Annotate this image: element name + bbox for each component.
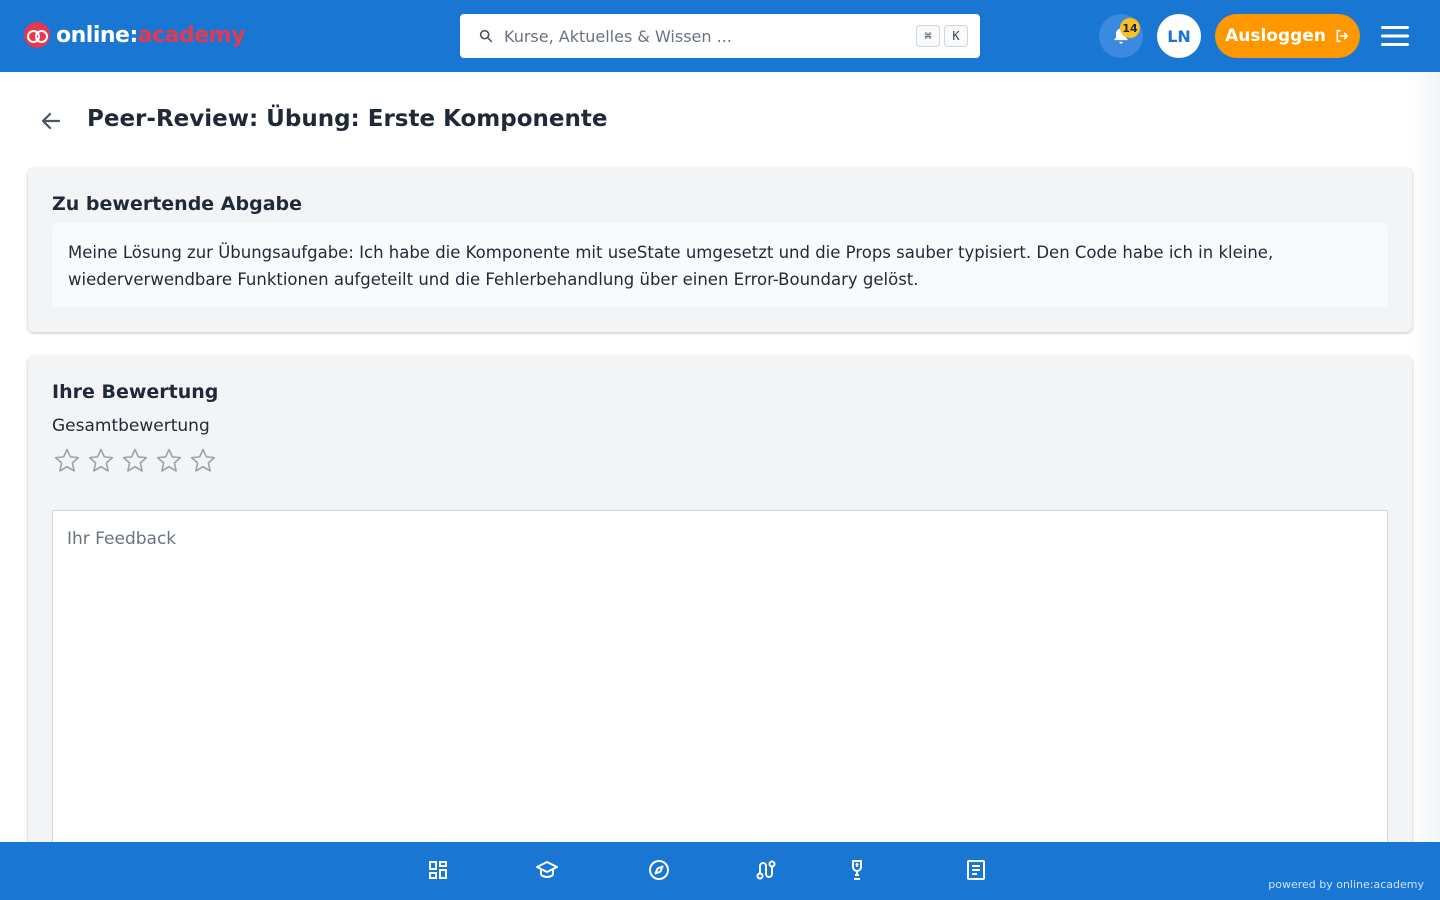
notifications-badge: 14 [1120, 18, 1140, 38]
star-icon-4[interactable] [154, 446, 184, 476]
search-input[interactable] [504, 14, 904, 58]
star-rating[interactable] [52, 446, 218, 476]
menu-icon [1381, 26, 1409, 46]
rating-label: Gesamtbewertung [52, 416, 210, 436]
article-icon[interactable] [964, 858, 988, 882]
trophy-icon[interactable] [845, 858, 869, 882]
arrow-left-icon [41, 112, 61, 130]
hamburger-menu-button[interactable] [1380, 22, 1410, 50]
dashboard-icon[interactable] [426, 858, 450, 882]
review-card: Ihre Bewertung Gesamtbewertung [28, 356, 1412, 856]
logout-label: Ausloggen [1225, 26, 1326, 46]
logout-button[interactable]: Ausloggen [1215, 14, 1360, 58]
search-bar[interactable]: ⌘ K [460, 14, 980, 58]
compass-icon[interactable] [647, 858, 671, 882]
submission-card: Zu bewertende Abgabe Meine Lösung zur Üb… [28, 168, 1412, 332]
star-icon-3[interactable] [120, 446, 150, 476]
graduation-cap-icon[interactable] [535, 858, 559, 882]
logo-icon [24, 22, 50, 48]
logo-text-main: online: [56, 22, 138, 48]
logout-icon [1336, 29, 1349, 43]
submission-text: Meine Lösung zur Übungsaufgabe: Ich habe… [52, 223, 1388, 307]
scroll-shadow [1410, 72, 1440, 842]
powered-by-text: powered by online:academy [1268, 878, 1424, 891]
submission-title: Zu bewertende Abgabe [52, 193, 303, 215]
logo-text: online:academy [56, 23, 245, 48]
back-button[interactable] [36, 106, 66, 136]
logo-text-accent: academy [137, 22, 246, 48]
app-logo[interactable]: online:academy [24, 20, 245, 50]
route-icon[interactable] [754, 858, 778, 882]
page-title: Peer-Review: Übung: Erste Komponente [87, 106, 608, 132]
shortcut-k-key: K [944, 25, 968, 47]
star-icon-5[interactable] [188, 446, 218, 476]
bottom-navigation: powered by online:academy [0, 842, 1440, 900]
star-icon-1[interactable] [52, 446, 82, 476]
search-icon [479, 29, 493, 43]
star-icon-2[interactable] [86, 446, 116, 476]
user-avatar[interactable]: LN [1157, 14, 1201, 58]
feedback-textarea[interactable] [52, 510, 1388, 850]
review-title: Ihre Bewertung [52, 381, 219, 403]
top-bar: online:academy ⌘ K 14 LN Ausloggen [0, 0, 1440, 72]
shortcut-modifier-key: ⌘ [916, 25, 940, 47]
